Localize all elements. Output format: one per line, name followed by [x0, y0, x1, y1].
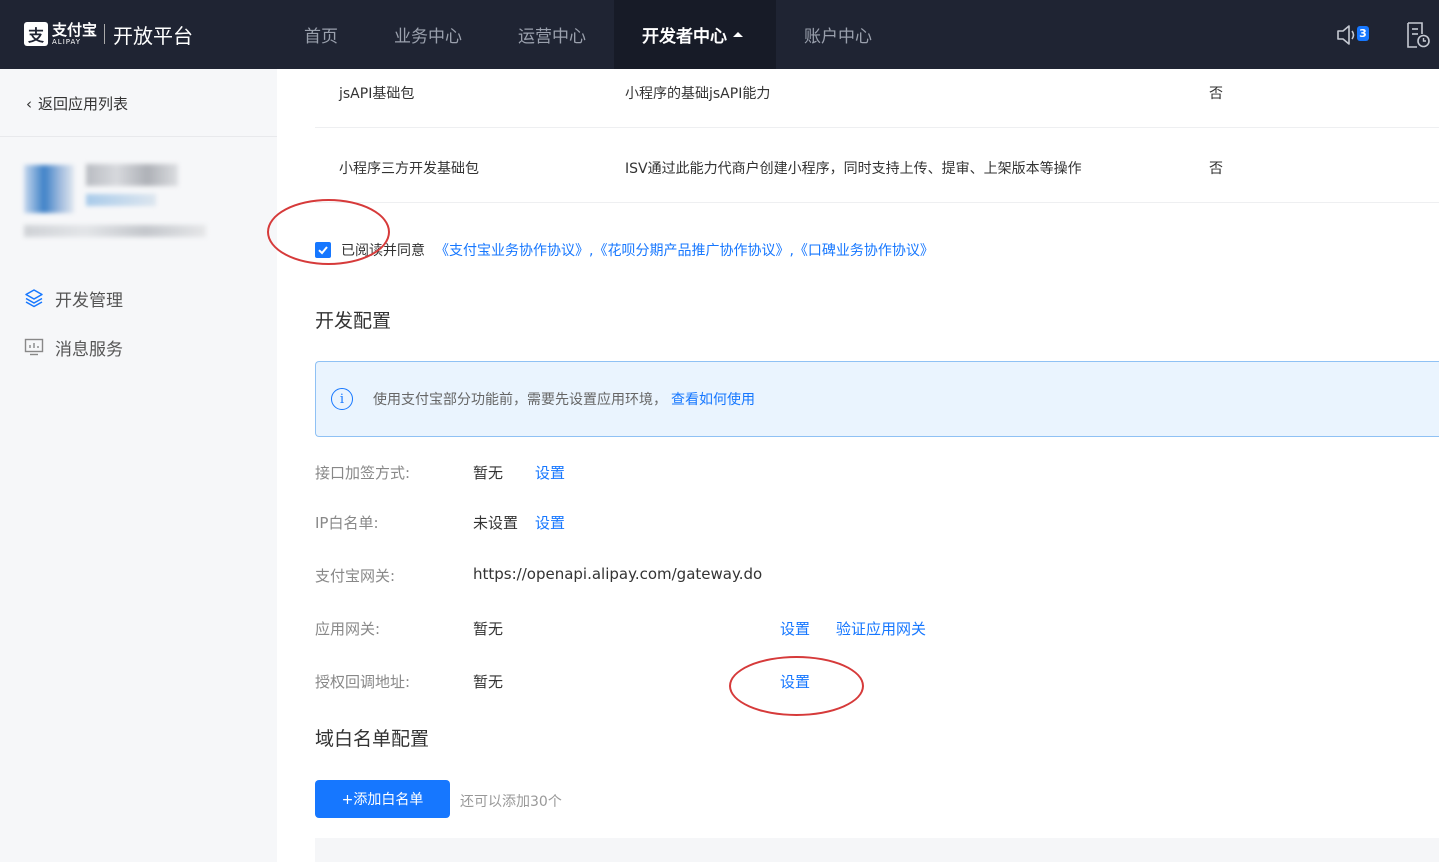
agreement-checkbox[interactable] [315, 242, 331, 258]
config-value: 未设置 [473, 514, 519, 532]
nav-developer-center-label: 开发者中心 [642, 27, 727, 47]
agreement-text: 已阅读并同意 [341, 243, 425, 259]
table-row: 小程序三方开发基础包 ISV通过此能力代商户创建小程序，同时支持上传、提审、上架… [315, 129, 1439, 203]
sidebar-item-label: 开发管理 [55, 290, 123, 311]
config-row-ip-whitelist: IP白名单: 未设置 设置 [315, 512, 1439, 534]
capability-name: 小程序三方开发基础包 [339, 161, 479, 177]
checkmark-icon [318, 246, 328, 255]
whitelist-remaining-hint: 还可以添加30个 [460, 794, 562, 810]
dev-config-title: 开发配置 [315, 310, 392, 332]
config-value: 暂无 [473, 464, 504, 482]
app-info-blurred [24, 162, 209, 242]
chevron-left-icon: ‹ [26, 94, 32, 113]
agreement-links[interactable]: 《支付宝业务协作协议》,《花呗分期产品推广协作协议》,《口碑业务协作协议》 [435, 240, 934, 260]
layers-icon [25, 289, 43, 308]
platform-title: 开放平台 [113, 23, 194, 48]
notification-badge: 3 [1357, 25, 1369, 41]
app-status-blurred [86, 194, 156, 206]
alipay-logo-icon: 支 [24, 22, 48, 46]
verify-app-gateway-link[interactable]: 验证应用网关 [836, 618, 926, 639]
config-label: 应用网关: [315, 620, 381, 638]
agreement-row: 已阅读并同意 《支付宝业务协作协议》,《花呗分期产品推广协作协议》,《口碑业务协… [315, 240, 934, 260]
sign-method-set-link[interactable]: 设置 [535, 462, 565, 483]
capability-desc: ISV通过此能力代商户创建小程序，同时支持上传、提审、上架版本等操作 [625, 161, 1082, 177]
alipay-logo[interactable]: 支 支付宝 ALIPAY 开放平台 [24, 18, 193, 50]
config-label: 接口加签方式: [315, 464, 411, 482]
sidebar-item-message-service[interactable]: 消息服务 [24, 334, 123, 360]
main-content: jsAPI基础包 小程序的基础jsAPI能力 否 小程序三方开发基础包 ISV通… [267, 69, 1439, 862]
app-id-blurred [24, 225, 206, 237]
add-whitelist-button[interactable]: +添加白名单 [315, 780, 450, 818]
app-gateway-set-link[interactable]: 设置 [780, 618, 810, 639]
config-label: IP白名单: [315, 514, 379, 532]
notifications-button[interactable]: 3 [1335, 22, 1369, 48]
monitor-chart-icon [24, 338, 44, 356]
whitelist-table-header [315, 838, 1439, 862]
app-icon-blurred [24, 165, 74, 213]
config-label: 授权回调地址: [315, 673, 411, 691]
ip-whitelist-set-link[interactable]: 设置 [535, 512, 565, 533]
sidebar-item-dev-management[interactable]: 开发管理 [24, 285, 123, 311]
capability-flag: 否 [1209, 161, 1223, 177]
info-icon: i [331, 388, 353, 410]
caret-up-icon [733, 32, 743, 37]
info-text: 使用支付宝部分功能前，需要先设置应用环境， [373, 392, 667, 408]
sidebar-menu: 开发管理 消息服务 [24, 285, 123, 383]
config-row-app-gateway: 应用网关: 暂无 设置 验证应用网关 [315, 618, 1439, 640]
config-value: 暂无 [473, 673, 504, 691]
config-value: https://openapi.alipay.com/gateway.do [473, 565, 763, 583]
config-row-alipay-gateway: 支付宝网关: https://openapi.alipay.com/gatewa… [315, 565, 1439, 587]
capability-flag: 否 [1209, 86, 1223, 102]
logo-brand: 支付宝 ALIPAY [52, 20, 98, 46]
config-row-auth-callback: 授权回调地址: 暂无 设置 [315, 671, 1439, 693]
config-row-sign-method: 接口加签方式: 暂无 设置 [315, 462, 1439, 484]
sidebar-item-label: 消息服务 [55, 339, 123, 360]
capability-desc: 小程序的基础jsAPI能力 [625, 86, 771, 102]
app-name-blurred [86, 164, 178, 186]
logo-brand-en: ALIPAY [52, 37, 82, 46]
config-value: 暂无 [473, 620, 504, 638]
sidebar-divider [0, 136, 277, 137]
info-banner: i 使用支付宝部分功能前，需要先设置应用环境， 查看如何使用 [315, 361, 1439, 437]
config-label: 支付宝网关: [315, 567, 396, 585]
back-to-app-list-label: 返回应用列表 [38, 95, 129, 113]
logo-divider [104, 24, 106, 44]
how-to-use-link[interactable]: 查看如何使用 [671, 389, 755, 409]
table-row: jsAPI基础包 小程序的基础jsAPI能力 否 [315, 54, 1439, 128]
capability-name: jsAPI基础包 [339, 86, 415, 102]
logo-brand-cn: 支付宝 [52, 20, 98, 39]
document-clock-icon[interactable] [1405, 21, 1431, 49]
auth-callback-set-link[interactable]: 设置 [780, 671, 810, 692]
back-to-app-list-link[interactable]: ‹ 返回应用列表 [26, 93, 128, 114]
domain-whitelist-title: 域白名单配置 [315, 728, 430, 750]
sidebar: ‹ 返回应用列表 开发管理 消息服务 [0, 69, 277, 862]
